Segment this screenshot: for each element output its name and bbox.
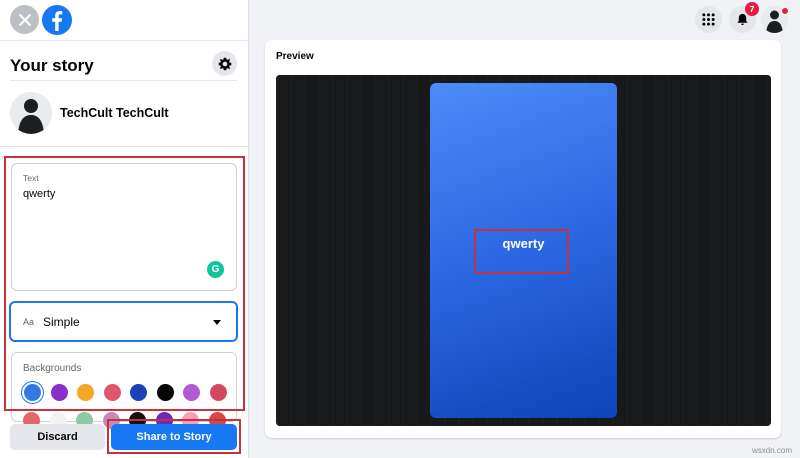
avatar: [10, 92, 52, 134]
user-row: TechCult TechCult: [10, 91, 169, 135]
status-dot: [781, 7, 789, 15]
divider: [0, 40, 248, 41]
divider: [0, 146, 248, 147]
avatar-silhouette-icon: [10, 92, 52, 134]
highlight-box: [474, 229, 569, 274]
preview-label: Preview: [276, 51, 314, 62]
highlight-box: [107, 419, 241, 454]
highlight-box: [4, 156, 245, 411]
sidebar-topbar: [0, 0, 248, 40]
settings-button[interactable]: [212, 51, 237, 76]
gear-icon: [218, 57, 231, 70]
discard-button[interactable]: Discard: [10, 424, 105, 450]
close-icon: [18, 13, 31, 26]
divider: [10, 80, 237, 81]
watermark: wsxdn.com: [751, 446, 792, 455]
page-title: Your story: [10, 56, 94, 75]
notification-badge: 7: [745, 2, 759, 16]
close-button[interactable]: [10, 5, 39, 34]
user-name: TechCult TechCult: [60, 106, 169, 120]
menu-button[interactable]: [695, 6, 722, 33]
facebook-logo-icon[interactable]: [42, 5, 72, 35]
bell-icon: [737, 13, 748, 26]
grid-menu-icon: [702, 13, 715, 26]
